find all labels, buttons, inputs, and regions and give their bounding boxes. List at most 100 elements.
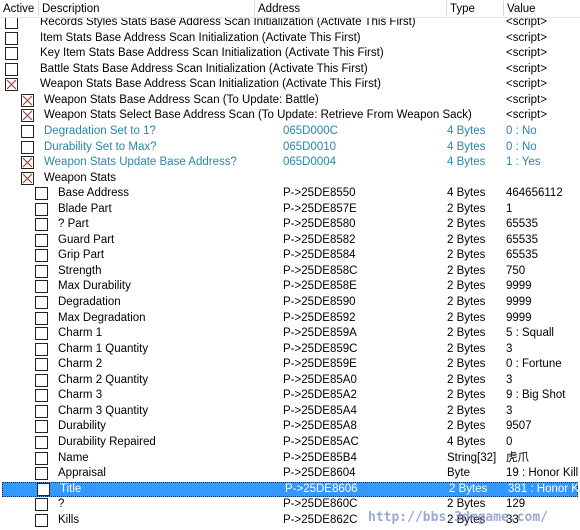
table-row[interactable]: Battle Stats Base Address Scan Initializ…	[0, 62, 580, 78]
table-row[interactable]: Weapon Stats Select Base Address Scan (T…	[0, 108, 580, 124]
table-row[interactable]: Key Item Stats Base Address Scan Initial…	[0, 46, 580, 62]
table-row[interactable]: Max Durability P->25DE858E 2 Bytes 9999	[0, 279, 580, 295]
row-value[interactable]: 65535	[506, 217, 538, 233]
active-checkbox[interactable]	[35, 218, 48, 232]
active-checkbox[interactable]	[35, 373, 48, 387]
active-checkbox[interactable]	[5, 62, 18, 76]
active-checkbox[interactable]	[35, 233, 48, 247]
header-value[interactable]: Value	[507, 2, 536, 16]
header-address[interactable]: Address	[258, 2, 300, 16]
row-value[interactable]: 9507	[506, 419, 532, 435]
active-checkbox[interactable]	[5, 47, 18, 61]
row-value[interactable]: <script>	[506, 46, 547, 62]
active-checkbox[interactable]	[35, 435, 48, 449]
active-checkbox-checked[interactable]	[5, 78, 18, 92]
row-value[interactable]: 381 : Honor Kill	[508, 482, 580, 498]
row-value[interactable]: 1 : Yes	[506, 155, 541, 171]
row-value[interactable]: 750	[506, 264, 525, 280]
table-row[interactable]: Title P->25DE8606 2 Bytes 381 : Honor Kill	[2, 481, 580, 498]
table-row[interactable]: Charm 2 P->25DE859E 2 Bytes 0 : Fortune	[0, 357, 580, 373]
row-value[interactable]: 9999	[506, 295, 532, 311]
table-row[interactable]: Weapon Stats Base Address Scan (To Updat…	[0, 93, 580, 109]
row-value[interactable]: 5 : Squall	[506, 326, 554, 342]
table-row[interactable]: Name P->25DE85B4 String[32] 虎爪	[0, 451, 580, 467]
table-row[interactable]: Charm 3 P->25DE85A2 2 Bytes 9 : Big Shot	[0, 388, 580, 404]
active-checkbox[interactable]	[35, 264, 48, 278]
table-row[interactable]: Charm 1 Quantity P->25DE859C 2 Bytes 3	[0, 342, 580, 358]
active-checkbox[interactable]	[35, 296, 48, 310]
active-checkbox[interactable]	[35, 249, 48, 263]
row-value[interactable]: 虎爪	[506, 451, 529, 467]
active-checkbox[interactable]	[35, 404, 48, 418]
header-active[interactable]: Active	[3, 2, 34, 16]
row-value[interactable]: 0 : Fortune	[506, 357, 562, 373]
row-value[interactable]: 3	[506, 404, 512, 420]
active-checkbox[interactable]	[35, 420, 48, 434]
active-checkbox-checked[interactable]	[21, 109, 34, 123]
table-row[interactable]: Durability Set to Max? 065D0010 4 Bytes 0 :…	[0, 140, 580, 156]
row-value[interactable]: 0 : No	[506, 140, 537, 156]
active-checkbox[interactable]	[35, 202, 48, 216]
active-checkbox[interactable]	[35, 280, 48, 294]
table-row[interactable]: Durability P->25DE85A8 2 Bytes 9507	[0, 419, 580, 435]
table-row[interactable]: Durability Repaired P->25DE85AC 4 Bytes 0	[0, 435, 580, 451]
active-checkbox[interactable]	[35, 513, 48, 527]
row-value[interactable]: 65535	[506, 248, 538, 264]
active-checkbox[interactable]	[35, 187, 48, 201]
active-checkbox[interactable]	[21, 125, 34, 139]
table-row[interactable]: Charm 1 P->25DE859A 2 Bytes 5 : Squall	[0, 326, 580, 342]
row-value[interactable]: 464656112	[506, 186, 563, 202]
row-value[interactable]: 9 : Big Shot	[506, 388, 565, 404]
table-row[interactable]: Weapon Stats Update Base Address? 065D000…	[0, 155, 580, 171]
row-value[interactable]: <script>	[506, 31, 547, 47]
active-checkbox[interactable]	[21, 140, 34, 154]
header-divider[interactable]	[254, 1, 255, 16]
active-checkbox-checked[interactable]	[21, 156, 34, 170]
active-checkbox[interactable]	[35, 342, 48, 356]
table-row[interactable]: ? Part P->25DE8580 2 Bytes 65535	[0, 217, 580, 233]
table-row[interactable]: Max Degradation P->25DE8592 2 Bytes 9999	[0, 311, 580, 327]
active-checkbox[interactable]	[35, 311, 48, 325]
table-row[interactable]: Appraisal P->25DE8604 Byte 19 : Honor Kill	[0, 466, 580, 482]
row-value[interactable]: 3	[506, 342, 512, 358]
table-row[interactable]: Weapon Stats Base Address Scan Initializ…	[0, 77, 580, 93]
active-checkbox[interactable]	[5, 16, 18, 30]
active-checkbox[interactable]	[35, 498, 48, 512]
row-value[interactable]: 19 : Honor Kill	[506, 466, 578, 482]
row-value[interactable]: <script>	[506, 62, 547, 78]
table-row[interactable]: Charm 3 Quantity P->25DE85A4 2 Bytes 3	[0, 404, 580, 420]
active-checkbox[interactable]	[35, 358, 48, 372]
row-value[interactable]: 9999	[506, 311, 532, 327]
table-row[interactable]: Strength P->25DE858C 2 Bytes 750	[0, 264, 580, 280]
row-value[interactable]: 0	[506, 435, 512, 451]
header-description[interactable]: Description	[42, 2, 100, 16]
header-divider[interactable]	[446, 1, 447, 16]
row-value[interactable]: <script>	[506, 93, 547, 109]
table-row[interactable]: Weapon Stats	[0, 171, 580, 187]
table-row[interactable]: Base Address P->25DE8550 4 Bytes 464656112	[0, 186, 580, 202]
active-checkbox[interactable]	[35, 327, 48, 341]
active-checkbox[interactable]	[35, 467, 48, 481]
row-value[interactable]: <script>	[506, 108, 547, 124]
table-row[interactable]: Blade Part P->25DE857E 2 Bytes 1	[0, 202, 580, 218]
row-value[interactable]: 3	[506, 373, 512, 389]
row-value[interactable]: 0 : No	[506, 124, 537, 140]
row-value[interactable]: <script>	[506, 77, 547, 93]
table-row[interactable]: Degradation P->25DE8590 2 Bytes 9999	[0, 295, 580, 311]
active-checkbox[interactable]	[35, 451, 48, 465]
header-type[interactable]: Type	[450, 2, 475, 16]
active-checkbox-checked[interactable]	[21, 171, 34, 185]
active-checkbox[interactable]	[5, 31, 18, 45]
table-row[interactable]: Item Stats Base Address Scan Initializat…	[0, 31, 580, 47]
row-value[interactable]: 65535	[506, 233, 538, 249]
table-row[interactable]: Guard Part P->25DE8582 2 Bytes 65535	[0, 233, 580, 249]
table-row[interactable]: Degradation Set to 1? 065D000C 4 Bytes 0 : …	[0, 124, 580, 140]
active-checkbox[interactable]	[35, 389, 48, 403]
row-value[interactable]: 1	[506, 202, 512, 218]
header-divider[interactable]	[503, 1, 504, 16]
active-checkbox-checked[interactable]	[21, 93, 34, 107]
row-value[interactable]: 9999	[506, 279, 532, 295]
table-row[interactable]: Charm 2 Quantity P->25DE85A0 2 Bytes 3	[0, 373, 580, 389]
table-row[interactable]: Grip Part P->25DE8584 2 Bytes 65535	[0, 248, 580, 264]
header-divider[interactable]	[38, 1, 39, 16]
